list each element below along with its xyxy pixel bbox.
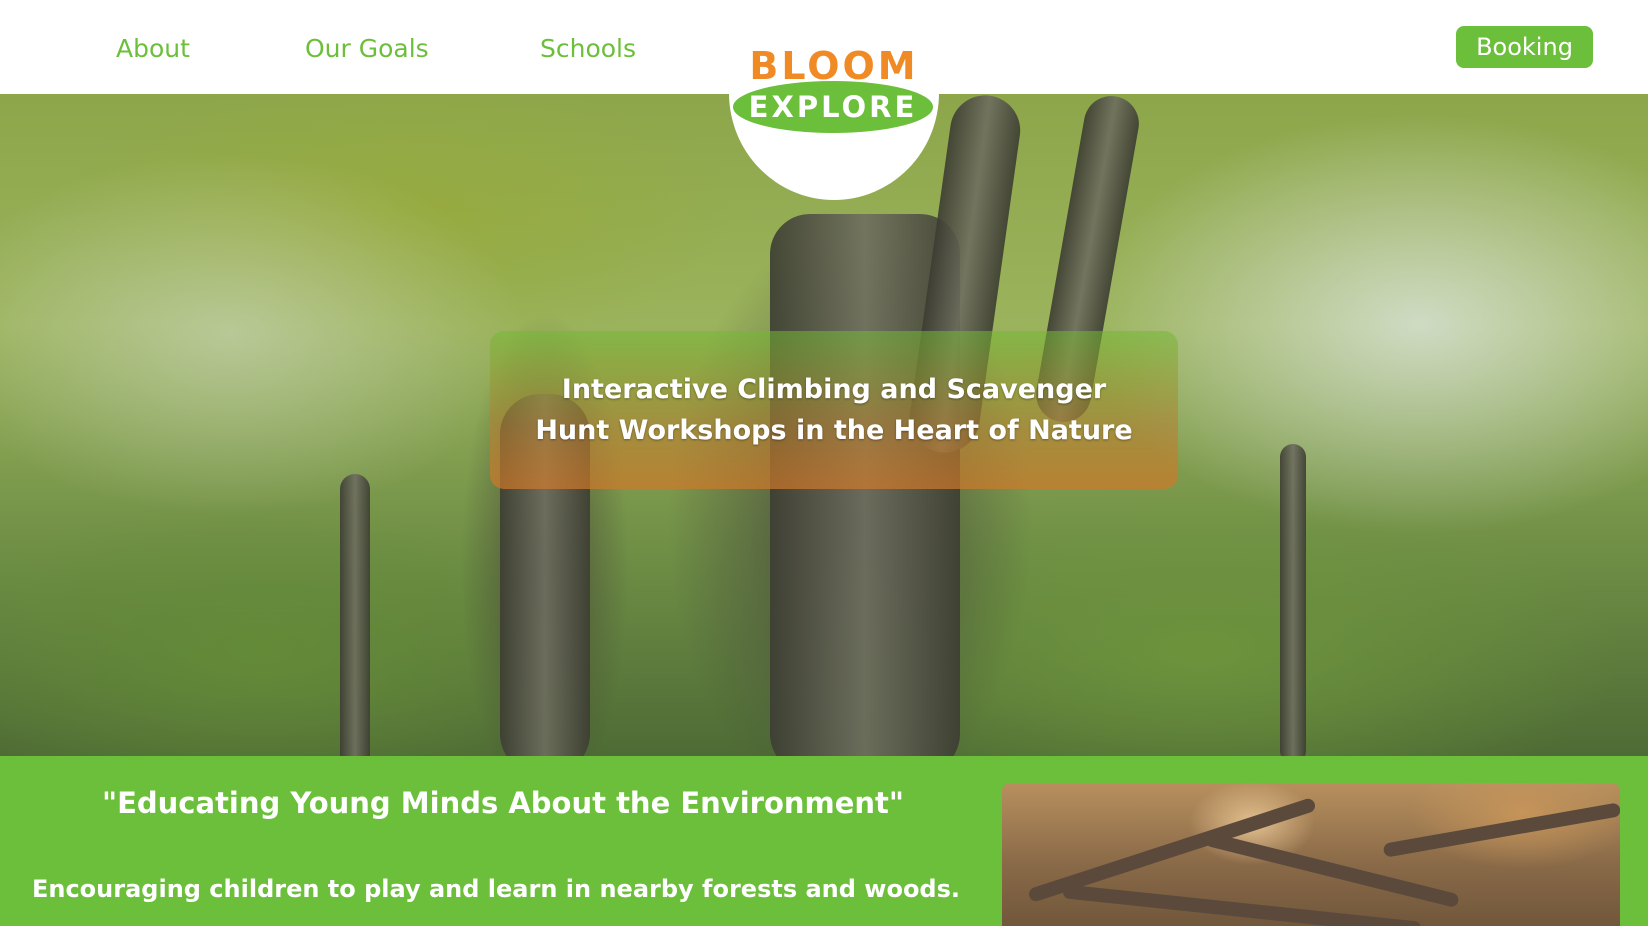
nav-link-about[interactable]: About <box>116 34 190 63</box>
tree-trunk-decor <box>340 474 370 756</box>
intro-band: "Educating Young Minds About the Environ… <box>0 756 1648 926</box>
nav-link-our-goals[interactable]: Our Goals <box>305 34 429 63</box>
tree-trunk-decor <box>1280 444 1306 756</box>
children-climbing-photo <box>1002 783 1620 926</box>
logo-badge: EXPLORE <box>733 81 933 133</box>
hero-caption-box: Interactive Climbing and Scavenger Hunt … <box>490 331 1178 489</box>
logo-text-explore: EXPLORE <box>748 90 918 124</box>
branch-decor <box>1382 802 1620 858</box>
page: About Our Goals Schools Booking BLOOM EX… <box>0 0 1648 926</box>
branch-decor <box>1062 884 1422 926</box>
hero-caption: Interactive Climbing and Scavenger Hunt … <box>535 374 1133 446</box>
booking-button[interactable]: Booking <box>1456 26 1593 68</box>
intro-subtitle: Encouraging children to play and learn i… <box>31 875 961 903</box>
intro-title: "Educating Young Minds About the Environ… <box>101 786 905 820</box>
nav-link-schools[interactable]: Schools <box>540 34 636 63</box>
